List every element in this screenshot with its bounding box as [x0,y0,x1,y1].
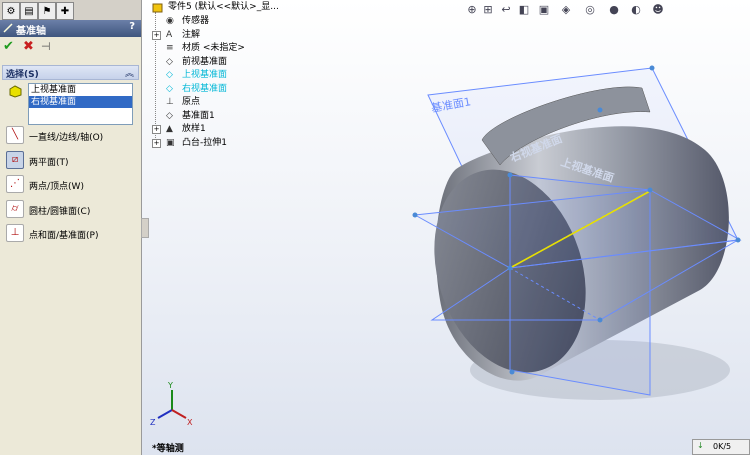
status-indicator: ↓ 0K/5 [692,439,750,455]
selection-item[interactable]: 上视基准面 [29,84,132,96]
tree-item-label: 右视基准面 [182,83,228,94]
axis-option-label: 点和面/基准面(P) [29,231,99,241]
panel-splitter-handle[interactable] [141,218,149,238]
datum-axis-icon [3,23,13,36]
selection-section-header[interactable]: 选择(S) ︽ [2,65,139,80]
origin-icon: ⊥ [166,97,174,107]
svg-text:Y: Y [167,381,173,390]
annotation-icon: A [166,29,173,40]
two-points-icon[interactable]: ⋰ [6,175,24,193]
view-settings-icon[interactable]: ☻ [651,3,665,17]
tree-item-label: 基准面1 [182,110,215,121]
tree-item-label: 注解 [182,29,201,40]
sensor-icon: ◉ [166,16,174,26]
axis-option-label: 两平面(T) [29,158,69,168]
plane-icon: ◇ [166,110,173,121]
axis-option-label: 圆柱/圆锥面(C) [29,207,91,217]
axis-option-label: 一直线/边线/轴(O) [29,133,104,143]
pm-title-bar: 基准轴 ? [0,20,141,37]
selection-list[interactable]: 上视基准面 右视基准面 [28,83,133,125]
pm-actions: ✔ ✖ ⊣ [0,38,141,58]
tree-item-label: 传感器 [182,16,210,26]
two-planes-icon[interactable]: ⧄ [6,151,24,169]
appearance-icon[interactable]: ● [607,3,621,17]
expand-icon[interactable]: + [152,125,161,134]
pm-title: 基准轴 [16,26,46,37]
tree-item-label: 上视基准面 [182,70,228,80]
axis-option[interactable]: ⧄ 两平面(T) [6,151,134,169]
section-view-icon[interactable]: ◧ [517,3,531,17]
expand-icon[interactable]: + [152,138,161,148]
expand-icon[interactable]: + [152,30,161,40]
previous-view-icon[interactable]: ↩ [499,3,513,17]
feature-manager-tab-icon[interactable]: ⚙ [2,2,20,20]
material-icon: ≡ [166,43,174,53]
zoom-area-icon[interactable]: ⊞ [481,3,495,17]
zoom-fit-icon[interactable]: ⊕ [465,3,479,17]
view-orientation-icon[interactable]: ▣ [537,3,551,17]
help-button[interactable]: ? [129,21,135,32]
plane-icon: ◇ [166,83,173,94]
loft-icon: ▲ [166,124,173,134]
manager-tabs: ⚙ ▤ ⚑ ✚ [0,0,141,21]
pushpin-icon[interactable]: ⊣ [41,40,51,54]
view-name: *等轴测 [152,444,184,454]
extrude-icon: ▣ [166,137,175,148]
selection-cube-icon [9,85,22,101]
axis-option[interactable]: ⋰ 两点/顶点(W) [6,175,134,193]
axis-option[interactable]: ⌭ 圆柱/圆锥面(C) [6,200,134,218]
tree-item-label: 前视基准面 [182,56,228,67]
arrow-down-icon: ↓ [697,441,704,450]
axis-option-label: 两点/顶点(W) [29,182,84,192]
svg-text:Z: Z [150,418,156,427]
coordinate-triad: Y Z X [150,381,193,427]
tree-item-label: 放样1 [182,124,206,134]
tree-item-label: 原点 [182,97,201,107]
configuration-manager-tab-icon[interactable]: ⚑ [38,2,56,20]
collapse-icon[interactable]: ︽ [125,66,134,79]
axis-option[interactable]: ⊥ 点和面/基准面(P) [6,224,134,242]
scene-icon[interactable]: ◐ [629,3,643,17]
tree-item-label: 凸台-拉伸1 [182,137,227,148]
hide-show-icon[interactable]: ◎ [583,3,597,17]
svg-text:X: X [187,418,193,427]
display-style-icon[interactable]: ◈ [559,3,573,17]
point-plane-icon[interactable]: ⊥ [6,224,24,242]
tree-item-label: 材质 <未指定> [182,43,245,53]
property-manager-tab-icon[interactable]: ▤ [20,2,38,20]
selection-item[interactable]: 右视基准面 [29,96,132,108]
cancel-x-icon[interactable]: ✖ [23,40,34,54]
dimxpert-tab-icon[interactable]: ✚ [56,2,74,20]
plane-icon: ◇ [166,70,173,80]
ok-check-icon[interactable]: ✔ [3,40,14,54]
plane-icon: ◇ [166,56,173,67]
line-icon[interactable]: ╲ [6,126,24,144]
property-manager: ⚙ ▤ ⚑ ✚ 基准轴 ? ✔ ✖ ⊣ 选择(S) ︽ 上视基准面 右视基准面 … [0,0,142,455]
axis-option[interactable]: ╲ 一直线/边线/轴(O) [6,126,134,144]
cylinder-icon[interactable]: ⌭ [6,200,24,218]
part-icon [152,2,163,13]
